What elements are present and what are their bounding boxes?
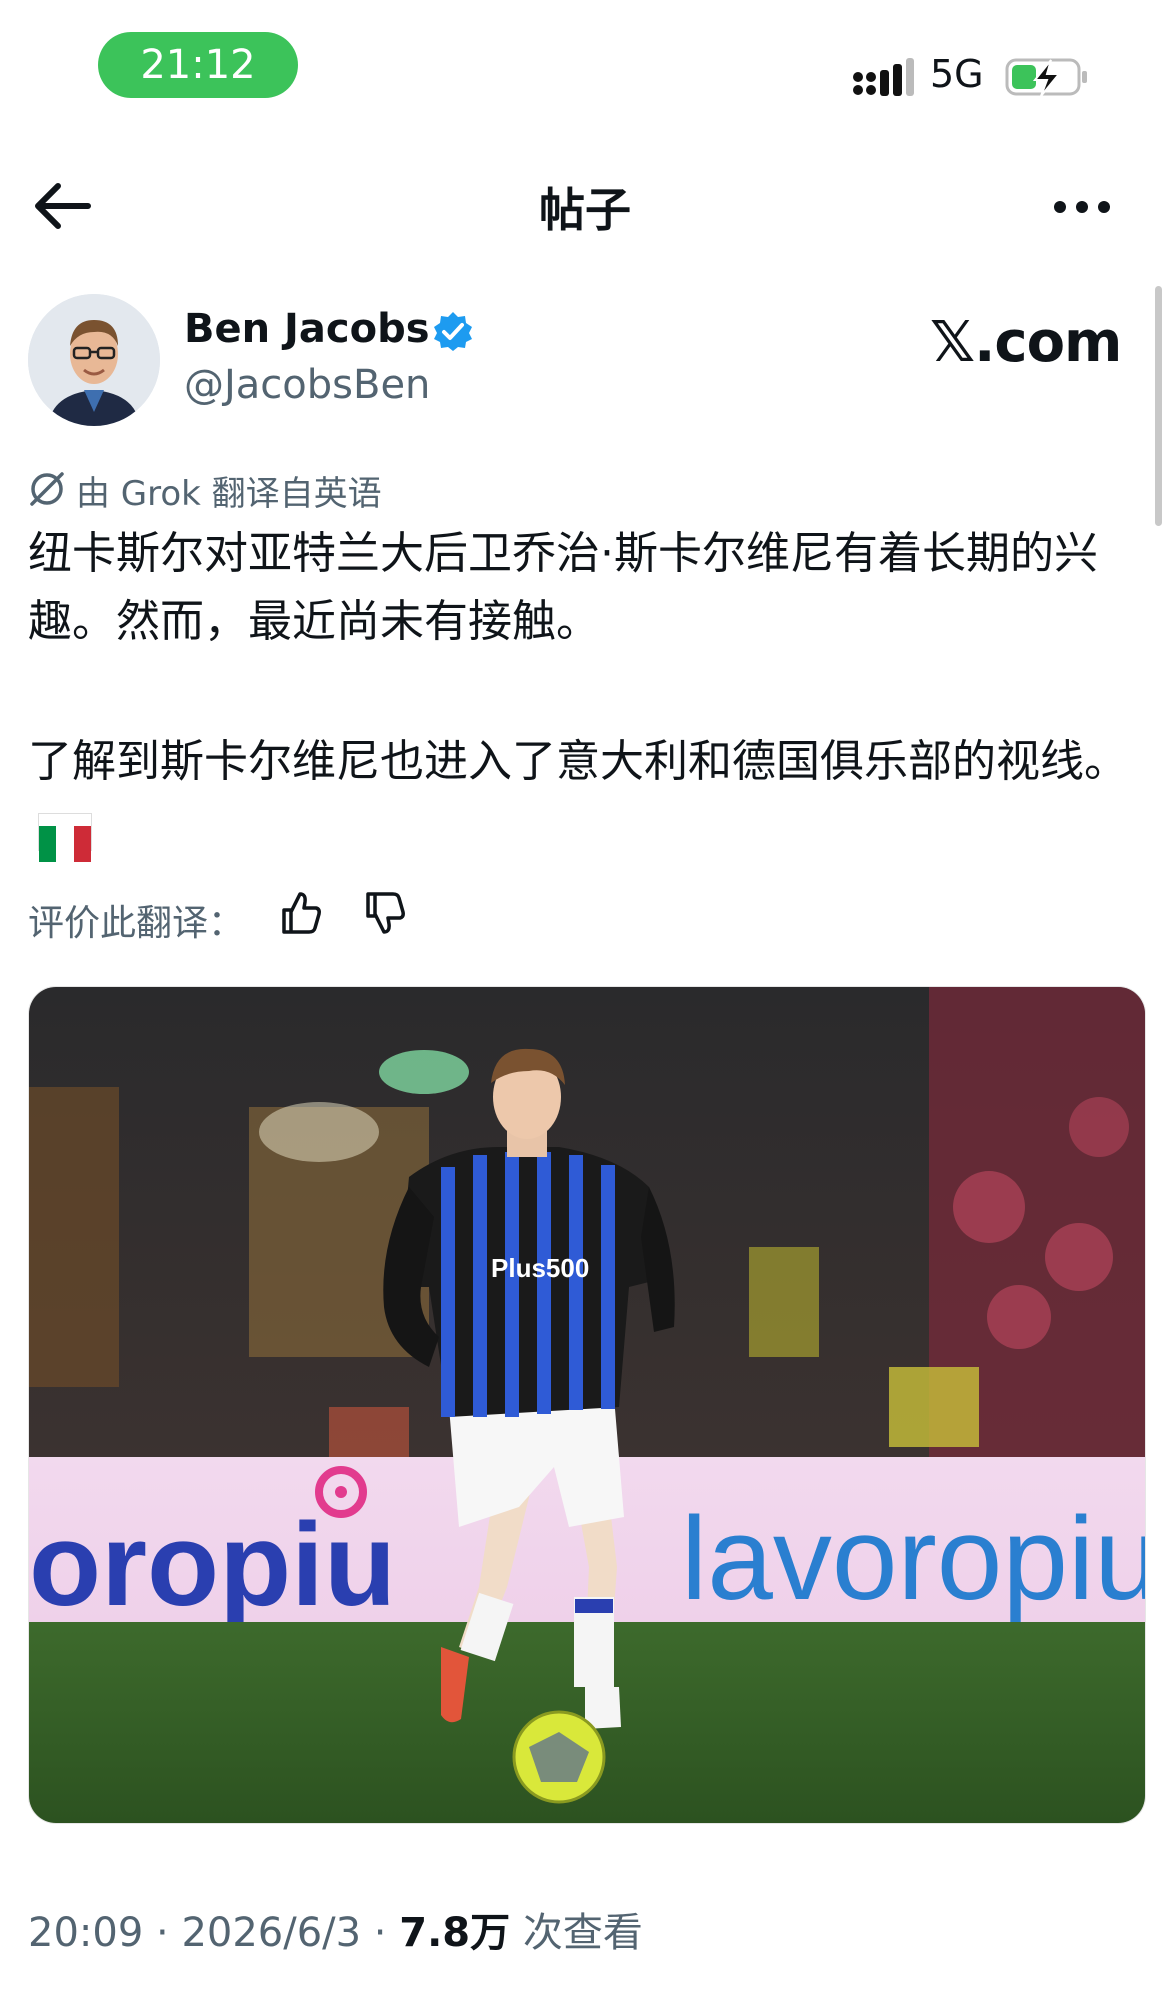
meta-separator: · — [143, 1910, 182, 1956]
network-label: 5G — [930, 52, 984, 96]
italy-flag-icon — [38, 813, 92, 862]
views-label: 次查看 — [510, 1910, 643, 1956]
x-watermark: 𝕏.com — [930, 310, 1122, 375]
post-paragraph-2-block: 了解到斯卡尔维尼也进入了意大利和德国俱乐部的视线。 — [28, 728, 1148, 864]
translation-note[interactable]: 由 Grok 翻译自英语 — [76, 466, 382, 515]
post-paragraph-2: 了解到斯卡尔维尼也进入了意大利和德国俱乐部的视线。 — [28, 736, 1128, 787]
author-handle[interactable]: @JacobsBen — [184, 362, 430, 408]
meta-separator: · — [361, 1910, 400, 1956]
shirt-sponsor: Plus500 — [491, 1253, 589, 1283]
grok-icon — [30, 472, 64, 506]
signal-icon — [853, 58, 914, 96]
football-player-photo: oropiu lavoropiu Plus500 — [29, 987, 1145, 1823]
thumbs-down-icon[interactable] — [362, 890, 408, 936]
post-date: 2026/6/3 — [181, 1910, 362, 1956]
status-time: 21:12 — [98, 32, 298, 98]
thumbs-up-icon[interactable] — [278, 890, 324, 936]
ad-board-text-left: oropiu — [29, 1499, 396, 1631]
post-paragraph-1: 纽卡斯尔对亚特兰大后卫乔治·斯卡尔维尼有着长期的兴趣。然而，最近尚未有接触。 — [28, 528, 1098, 647]
verified-badge-icon — [434, 312, 472, 351]
battery-icon — [1005, 58, 1087, 97]
scrollbar-thumb[interactable] — [1155, 286, 1162, 526]
avatar-portrait — [28, 294, 160, 426]
page-title: 帖子 — [539, 183, 631, 237]
more-options-icon[interactable] — [1050, 190, 1114, 224]
post-image[interactable]: oropiu lavoropiu Plus500 — [28, 986, 1146, 1824]
rate-translation-label: 评价此翻译： — [28, 903, 245, 944]
ad-board-text-right: lavoropiu — [681, 1493, 1145, 1625]
post-meta: 20:09 · 2026/6/3 · 7.8万 次查看 — [28, 1900, 643, 1958]
post-time: 20:09 — [28, 1910, 144, 1956]
views-count: 7.8万 — [399, 1910, 511, 1956]
avatar[interactable] — [28, 294, 160, 426]
author-name[interactable]: Ben Jacobs — [184, 306, 430, 352]
